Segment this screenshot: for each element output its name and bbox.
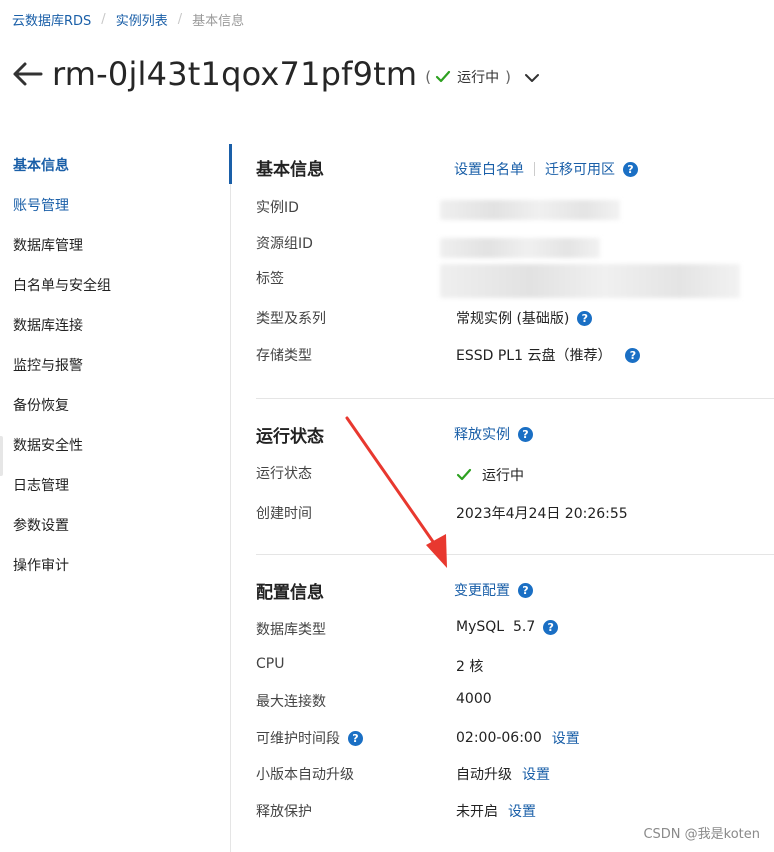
breadcrumb-rds[interactable]: 云数据库RDS xyxy=(12,10,91,29)
run-status-actions: 释放实例 ? xyxy=(454,424,533,444)
row-label-cpu: CPU xyxy=(256,656,285,672)
maintenance-window-label: 可维护时间段 xyxy=(256,731,340,747)
section-title-basic-info: 基本信息 xyxy=(256,160,324,180)
help-icon[interactable]: ? xyxy=(543,619,559,635)
sidebar-item-logs[interactable]: 日志管理 xyxy=(0,466,230,506)
sidebar-item-audit[interactable]: 操作审计 xyxy=(0,546,230,586)
redacted-instance-id xyxy=(440,200,620,220)
section-title-run-status: 运行状态 xyxy=(256,427,324,447)
breadcrumb-current: 基本信息 xyxy=(192,14,245,29)
db-type-text: MySQL 5.7 xyxy=(456,619,536,635)
sidebar-item-databases[interactable]: 数据库管理 xyxy=(0,226,230,266)
redacted-resource-group xyxy=(440,238,600,258)
release-protection-settings-link[interactable]: 设置 xyxy=(508,801,536,821)
breadcrumb: 云数据库RDS / 实例列表 / 基本信息 xyxy=(12,10,244,29)
sidebar-item-accounts[interactable]: 账号管理 xyxy=(0,186,230,226)
minor-upgrade-text: 自动升级 xyxy=(456,767,512,783)
help-icon[interactable]: ? xyxy=(518,582,533,598)
active-nav-indicator xyxy=(229,144,232,184)
row-label-storage-type: 存储类型 xyxy=(256,348,312,364)
maintenance-window-text: 02:00-06:00 xyxy=(456,730,542,746)
page-title: rm-0jl43t1qox71pf9tm xyxy=(52,55,418,93)
row-label-tags: 标签 xyxy=(256,271,284,287)
row-label-release-protection: 释放保护 xyxy=(256,804,312,820)
breadcrumb-instance-list[interactable]: 实例列表 xyxy=(116,10,168,29)
row-label-resource-group: 资源组ID xyxy=(256,236,313,252)
row-label-max-connections: 最大连接数 xyxy=(256,694,326,710)
sidebar-item-basic-info[interactable]: 基本信息 xyxy=(0,146,230,186)
run-status-text: 运行中 xyxy=(482,468,524,484)
sidebar-item-whitelist[interactable]: 白名单与安全组 xyxy=(0,266,230,306)
migrate-zone-link[interactable]: 迁移可用区 xyxy=(545,159,615,179)
row-value-db-type: MySQL 5.7 ? xyxy=(456,619,559,635)
row-label-maintenance-window: 可维护时间段 ? xyxy=(256,728,363,748)
row-label-created-time: 创建时间 xyxy=(256,506,312,522)
row-value-maintenance-window: 02:00-06:00 设置 xyxy=(456,728,580,748)
row-value-minor-upgrade: 自动升级 设置 xyxy=(456,764,550,784)
sidebar-divider xyxy=(230,144,231,852)
help-icon[interactable]: ? xyxy=(625,347,641,363)
release-protection-text: 未开启 xyxy=(456,804,498,820)
row-value-max-connections: 4000 xyxy=(456,691,492,707)
status-close-paren: ) xyxy=(505,68,512,86)
config-actions: 变更配置 ? xyxy=(454,580,533,600)
change-config-link[interactable]: 变更配置 xyxy=(454,580,510,600)
type-series-text: 常规实例 (基础版) xyxy=(456,311,570,327)
sidebar-item-connection[interactable]: 数据库连接 xyxy=(0,306,230,346)
watermark: CSDN @我是koten xyxy=(643,827,760,842)
sidebar-item-backup[interactable]: 备份恢复 xyxy=(0,386,230,426)
row-label-type-series: 类型及系列 xyxy=(256,311,326,327)
sidebar-item-parameters[interactable]: 参数设置 xyxy=(0,506,230,546)
row-value-release-protection: 未开启 设置 xyxy=(456,801,536,821)
back-arrow-icon[interactable] xyxy=(10,57,44,91)
row-value-cpu: 2 核 xyxy=(456,659,484,675)
storage-type-text: ESSD PL1 云盘（推荐） xyxy=(456,348,612,364)
breadcrumb-separator: / xyxy=(177,12,183,27)
breadcrumb-separator: / xyxy=(101,12,106,27)
row-label-instance-id: 实例ID xyxy=(256,200,299,216)
instance-status: ( 运行中 ) xyxy=(425,67,540,87)
action-divider xyxy=(534,162,535,176)
set-whitelist-link[interactable]: 设置白名单 xyxy=(454,159,524,179)
row-label-minor-upgrade: 小版本自动升级 xyxy=(256,767,354,783)
release-instance-link[interactable]: 释放实例 xyxy=(454,424,510,444)
status-text: 运行中 xyxy=(457,70,500,86)
help-icon[interactable]: ? xyxy=(348,730,363,746)
section-title-config: 配置信息 xyxy=(256,583,324,603)
row-value-type-series: 常规实例 (基础版) ? xyxy=(456,308,593,328)
sidebar-item-monitoring[interactable]: 监控与报警 xyxy=(0,346,230,386)
help-icon[interactable]: ? xyxy=(623,161,638,177)
page-header: rm-0jl43t1qox71pf9tm ( 运行中 ) xyxy=(10,50,540,98)
row-value-run-status: 运行中 xyxy=(456,465,524,485)
help-icon[interactable]: ? xyxy=(577,310,593,326)
check-icon xyxy=(435,70,451,84)
chevron-down-icon[interactable] xyxy=(525,73,540,83)
maintenance-settings-link[interactable]: 设置 xyxy=(552,728,580,748)
row-label-run-status: 运行状态 xyxy=(256,466,312,482)
row-value-storage-type: ESSD PL1 云盘（推荐） ? xyxy=(456,345,641,365)
section-divider xyxy=(256,398,774,399)
redacted-tags xyxy=(440,264,740,298)
check-icon xyxy=(456,468,472,482)
sidebar-item-security[interactable]: 数据安全性 xyxy=(0,426,230,466)
row-value-created-time: 2023年4月24日 20:26:55 xyxy=(456,506,628,522)
section-divider xyxy=(256,554,774,555)
status-open-paren: ( xyxy=(425,68,432,86)
help-icon[interactable]: ? xyxy=(518,426,533,442)
basic-info-actions: 设置白名单 迁移可用区 ? xyxy=(454,159,638,179)
minor-upgrade-settings-link[interactable]: 设置 xyxy=(522,764,550,784)
sidebar-nav: 基本信息 账号管理 数据库管理 白名单与安全组 数据库连接 监控与报警 备份恢复… xyxy=(0,146,230,586)
row-label-db-type: 数据库类型 xyxy=(256,622,326,638)
sidebar-edge-handle[interactable] xyxy=(0,436,3,476)
